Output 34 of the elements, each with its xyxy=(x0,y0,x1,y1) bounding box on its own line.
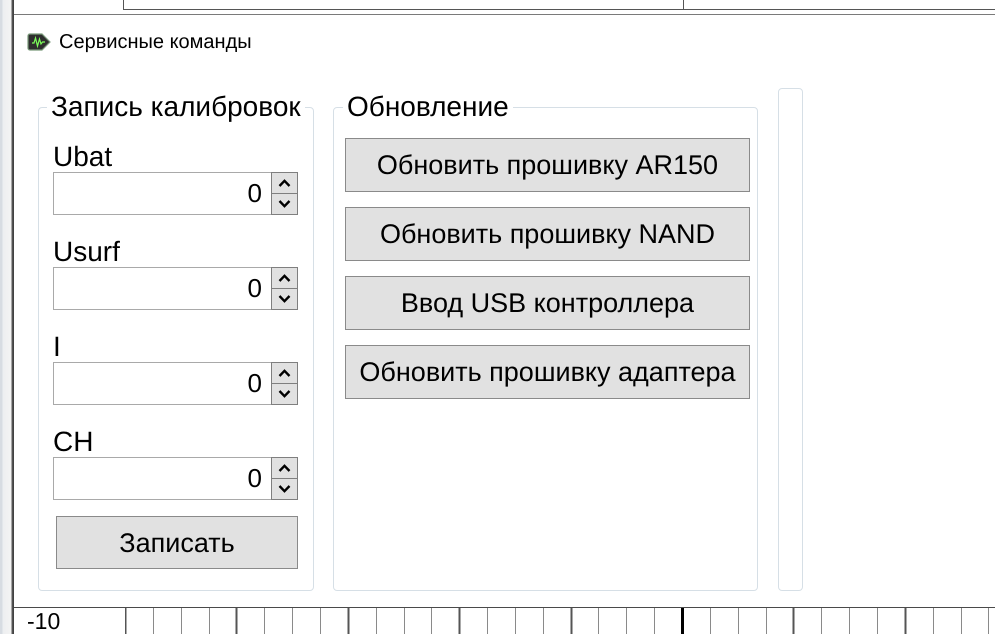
chevron-down-icon xyxy=(278,390,291,398)
number-input[interactable]: 0 xyxy=(53,172,271,215)
group-title: Запись калибровок xyxy=(50,93,302,121)
spin-up-button[interactable] xyxy=(271,267,298,289)
spin-up-button[interactable] xyxy=(271,172,298,194)
waveform-icon xyxy=(27,32,51,52)
group-title: Обновление xyxy=(346,93,510,121)
update-button[interactable]: Ввод USB контроллера xyxy=(345,276,750,330)
number-input[interactable]: 0 xyxy=(53,457,271,500)
field-label: Usurf xyxy=(53,237,121,267)
field-label: Ubat xyxy=(53,142,114,172)
field-label: CH xyxy=(53,427,94,457)
number-input[interactable]: 0 xyxy=(53,267,271,310)
update-button[interactable]: Обновить прошивку NAND xyxy=(345,207,750,261)
write-button[interactable]: Записать xyxy=(56,516,298,569)
spin-down-button[interactable] xyxy=(271,479,298,500)
chevron-up-icon xyxy=(278,274,291,282)
spin-up-button[interactable] xyxy=(271,362,298,384)
number-input[interactable]: 0 xyxy=(53,362,271,405)
axis-label: -10 xyxy=(26,608,62,634)
update-button[interactable]: Обновить прошивку адаптера xyxy=(345,345,750,399)
chevron-down-icon xyxy=(278,200,291,208)
window-title: Сервисные команды xyxy=(59,30,252,54)
chevron-up-icon xyxy=(278,464,291,472)
chevron-down-icon xyxy=(278,295,291,303)
chevron-down-icon xyxy=(278,485,291,493)
spin-down-button[interactable] xyxy=(271,384,298,405)
field-label: I xyxy=(53,332,62,362)
chevron-up-icon xyxy=(278,369,291,377)
chevron-up-icon xyxy=(278,179,291,187)
spin-up-button[interactable] xyxy=(271,457,298,479)
spin-down-button[interactable] xyxy=(271,194,298,215)
spin-down-button[interactable] xyxy=(271,289,298,310)
update-button[interactable]: Обновить прошивку AR150 xyxy=(345,138,750,192)
